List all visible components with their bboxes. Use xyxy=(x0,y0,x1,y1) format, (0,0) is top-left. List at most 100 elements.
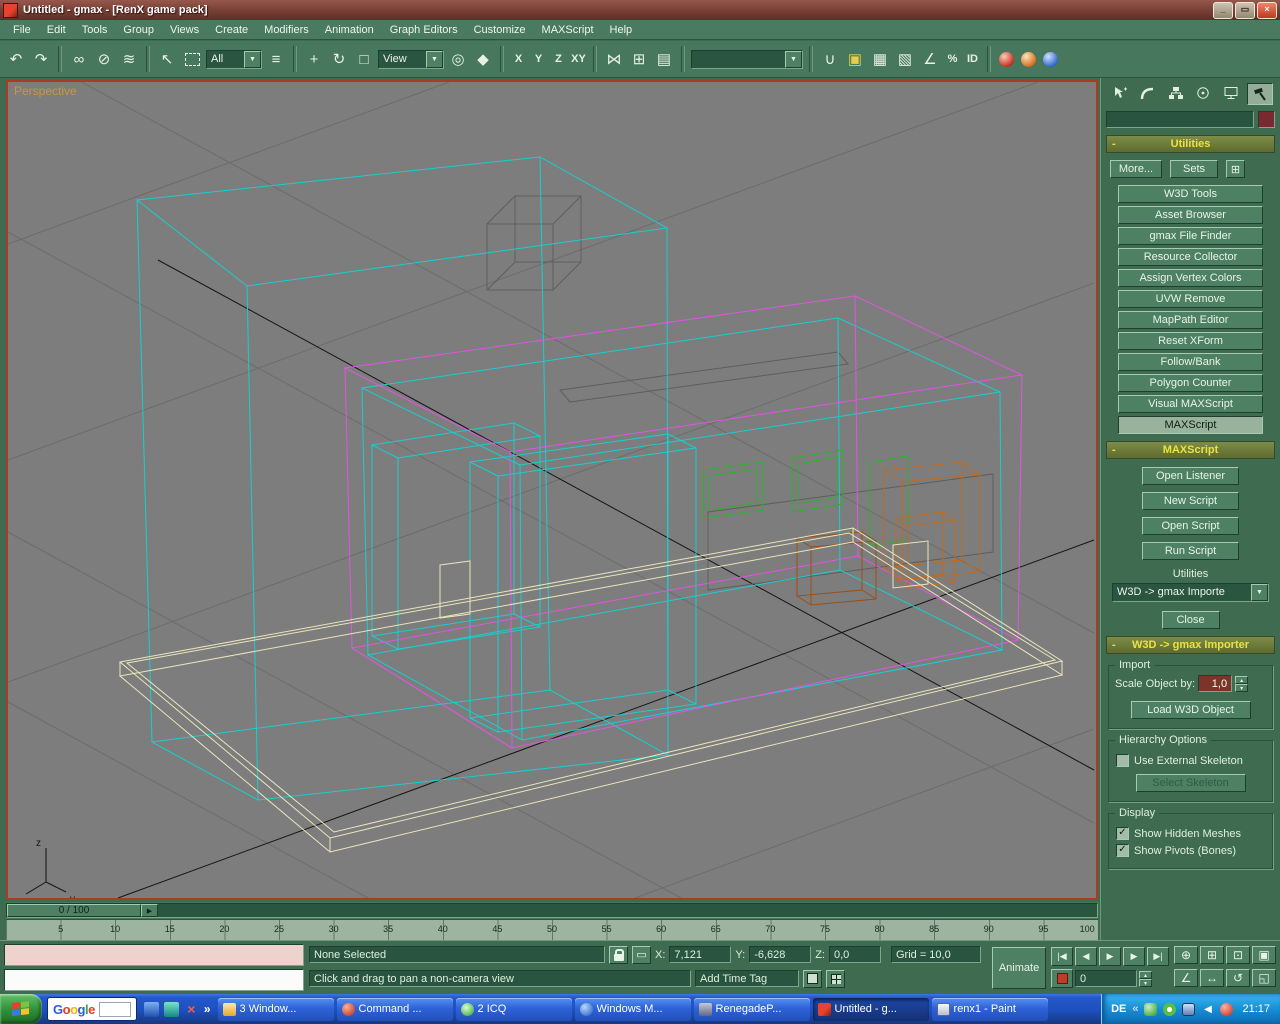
tab-hierarchy-icon[interactable] xyxy=(1164,83,1188,103)
tab-utilities-icon[interactable] xyxy=(1247,83,1273,105)
render-scene-icon[interactable] xyxy=(999,52,1014,67)
go-to-start-button[interactable]: |◀ xyxy=(1051,947,1073,966)
viewport-canvas[interactable]: z x y xyxy=(8,82,1096,898)
listener-field[interactable] xyxy=(4,969,304,991)
spinner-up-icon[interactable]: ▴ xyxy=(1235,676,1248,684)
google-deskbar[interactable]: Google xyxy=(47,997,137,1021)
material-editor-icon[interactable] xyxy=(1043,52,1058,67)
array-icon[interactable]: ⊞ xyxy=(628,48,650,70)
icq-tray-icon[interactable] xyxy=(1163,1003,1176,1016)
gmax-app-icon[interactable] xyxy=(3,3,18,18)
utility-reset-xform[interactable]: Reset XForm xyxy=(1118,332,1263,350)
go-to-end-button[interactable]: ▶| xyxy=(1147,947,1169,966)
antivirus-tray-icon[interactable] xyxy=(1220,1003,1233,1016)
selection-lock-toggle[interactable] xyxy=(609,946,628,964)
close-button[interactable]: × xyxy=(1257,2,1277,19)
quick-launch-app-icon[interactable] xyxy=(144,1002,159,1017)
utility-w3d-tools[interactable]: W3D Tools xyxy=(1118,185,1263,203)
zoom-extents-all-icon[interactable]: ▣ xyxy=(1252,946,1276,964)
tab-display-icon[interactable] xyxy=(1219,83,1243,103)
dropdown-arrow-icon[interactable]: ▼ xyxy=(1251,584,1268,601)
menu-help[interactable]: Help xyxy=(602,22,641,38)
use-pivot-center-icon[interactable]: ◎ xyxy=(447,48,469,70)
rectangular-selection-region-icon[interactable] xyxy=(181,48,203,70)
scale-spinner[interactable]: ▴ ▾ xyxy=(1235,676,1248,692)
restore-button[interactable]: ▭ xyxy=(1235,2,1255,19)
select-and-scale-icon[interactable]: □ xyxy=(353,48,375,70)
task-command[interactable]: Command ... xyxy=(337,998,453,1021)
tab-create-icon[interactable] xyxy=(1108,83,1132,103)
rollout-header-utilities[interactable]: - Utilities xyxy=(1106,135,1275,153)
open-listener-button[interactable]: Open Listener xyxy=(1142,467,1239,485)
hide-icons-chevron-icon[interactable]: « xyxy=(1132,1003,1138,1015)
animate-button[interactable]: Animate xyxy=(992,947,1046,989)
z-coordinate-field[interactable]: 0,0 xyxy=(829,946,881,963)
utility-uvw-remove[interactable]: UVW Remove xyxy=(1118,290,1263,308)
rollout-header-w3d-importer[interactable]: - W3D -> gmax Importer xyxy=(1106,636,1275,654)
utility-visual-maxscript[interactable]: Visual MAXScript xyxy=(1118,395,1263,413)
menu-animation[interactable]: Animation xyxy=(317,22,382,38)
utility-assign-vertex-colors[interactable]: Assign Vertex Colors xyxy=(1118,269,1263,287)
reference-coordinate-dropdown[interactable]: View ▼ xyxy=(378,50,444,69)
rollout-collapse-icon[interactable]: - xyxy=(1112,444,1116,456)
more-button[interactable]: More... xyxy=(1110,160,1162,178)
y-coordinate-field[interactable]: -6,628 xyxy=(749,946,811,963)
zoom-all-icon[interactable]: ⊞ xyxy=(1200,946,1224,964)
selection-filter-dropdown[interactable]: All ▼ xyxy=(206,50,262,69)
google-search-input[interactable] xyxy=(99,1002,131,1017)
menu-create[interactable]: Create xyxy=(207,22,256,38)
object-name-field[interactable] xyxy=(1106,111,1254,128)
utility-maxscript[interactable]: MAXScript xyxy=(1118,416,1263,434)
close-utility-button[interactable]: Close xyxy=(1162,611,1220,629)
select-object-icon[interactable]: ↖ xyxy=(156,48,178,70)
configure-button-sets-icon[interactable]: ⊞ xyxy=(1226,160,1245,178)
task-renegade[interactable]: RenegadeP... xyxy=(694,998,810,1021)
named-selection-sets-dropdown[interactable]: ▼ xyxy=(691,50,803,69)
mirror-icon[interactable]: ⋈ xyxy=(603,48,625,70)
absolute-mode-toggle[interactable]: ▭ xyxy=(632,946,651,964)
restrict-x-button[interactable]: X xyxy=(510,48,527,70)
previous-frame-button[interactable]: ◀ xyxy=(1075,947,1097,966)
select-and-move-icon[interactable]: + xyxy=(303,48,325,70)
select-and-manipulate-icon[interactable]: ◆ xyxy=(472,48,494,70)
macro-recorder-field[interactable] xyxy=(4,944,304,966)
align-icon[interactable]: ▤ xyxy=(653,48,675,70)
snaps-toggle-icon[interactable]: ∪ xyxy=(819,48,841,70)
play-animation-button[interactable]: ▶ xyxy=(1099,947,1121,966)
utility-polygon-counter[interactable]: Polygon Counter xyxy=(1118,374,1263,392)
use-external-skeleton-checkbox[interactable] xyxy=(1116,754,1129,767)
menu-modifiers[interactable]: Modifiers xyxy=(256,22,317,38)
menu-maxscript[interactable]: MAXScript xyxy=(534,22,602,38)
frame-spinner[interactable]: ▴ ▾ xyxy=(1139,971,1152,987)
menu-edit[interactable]: Edit xyxy=(39,22,74,38)
menu-file[interactable]: File xyxy=(5,22,39,38)
menu-graph-editors[interactable]: Graph Editors xyxy=(382,22,466,38)
rollout-header-maxscript[interactable]: - MAXScript xyxy=(1106,441,1275,459)
task-windows-media[interactable]: Windows M... xyxy=(575,998,691,1021)
schematic-view-icon[interactable]: ▧ xyxy=(894,48,916,70)
angle-snap-icon[interactable]: ∠ xyxy=(919,48,941,70)
time-slider-handle[interactable]: 0 / 100 xyxy=(7,904,141,917)
zoom-icon[interactable]: ⊕ xyxy=(1174,946,1198,964)
pan-view-icon[interactable]: ↔ xyxy=(1200,969,1224,987)
track-bar[interactable]: 5 10 15 20 25 30 35 40 45 50 55 60 65 70… xyxy=(6,919,1098,941)
language-indicator[interactable]: DE xyxy=(1111,1003,1126,1015)
spinner-down-icon[interactable]: ▾ xyxy=(1235,684,1248,692)
utility-follow-bank[interactable]: Follow/Bank xyxy=(1118,353,1263,371)
minimize-button[interactable]: _ xyxy=(1213,2,1233,19)
utility-resource-collector[interactable]: Resource Collector xyxy=(1118,248,1263,266)
maxscript-utility-dropdown[interactable]: W3D -> gmax Importe ▼ xyxy=(1112,583,1269,602)
min-max-toggle-icon[interactable]: ◱ xyxy=(1252,969,1276,987)
dropdown-arrow-icon[interactable]: ▼ xyxy=(244,51,261,68)
volume-tray-icon[interactable]: ◀ xyxy=(1201,1003,1214,1016)
tab-modify-icon[interactable] xyxy=(1136,83,1160,103)
current-frame-field[interactable]: 0 xyxy=(1075,970,1137,987)
messenger-tray-icon[interactable] xyxy=(1144,1003,1157,1016)
utility-asset-browser[interactable]: Asset Browser xyxy=(1118,206,1263,224)
quick-launch-media-icon[interactable] xyxy=(164,1002,179,1017)
redo-icon[interactable]: ↷ xyxy=(30,48,52,70)
viewport-label[interactable]: Perspective xyxy=(14,84,77,98)
material-id-icon[interactable]: ID xyxy=(964,48,981,70)
display-settings-tray-icon[interactable] xyxy=(1182,1003,1195,1016)
restrict-y-button[interactable]: Y xyxy=(530,48,547,70)
